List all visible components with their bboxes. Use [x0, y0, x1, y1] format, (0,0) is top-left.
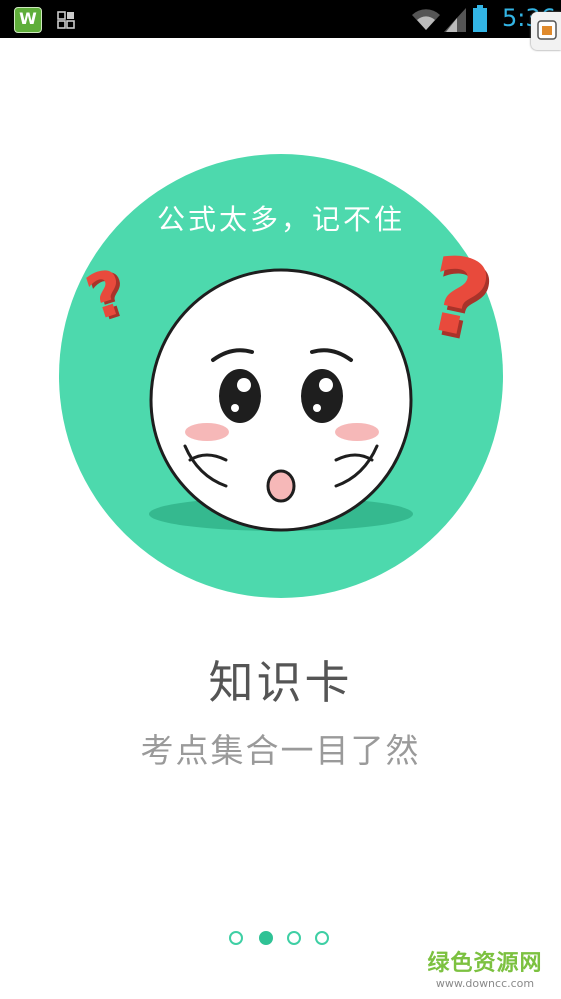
- page-subtitle: 考点集合一目了然: [140, 731, 421, 770]
- page-dot-active[interactable]: [259, 931, 273, 945]
- crying-face-icon: [149, 268, 413, 532]
- watermark-text: 绿色资源网: [427, 951, 543, 976]
- illustration-caption: 公式太多，记不住: [157, 203, 405, 236]
- page-title: 知识卡: [208, 656, 353, 709]
- page-dot[interactable]: [315, 931, 329, 945]
- page-indicator: [229, 930, 333, 946]
- page-dot[interactable]: [229, 931, 243, 945]
- watermark: 绿色资源网 www.downcc.com: [420, 945, 550, 990]
- watermark-url: www.downcc.com: [435, 977, 535, 990]
- illustration: 公式太多，记不住 ? ? ? ?: [59, 154, 503, 598]
- page-dot[interactable]: [287, 931, 301, 945]
- onboarding-screen: W 5:36 公式太多，记不住 ? ? ? ? 知识卡 考点集合一目了然 绿色资…: [0, 0, 561, 999]
